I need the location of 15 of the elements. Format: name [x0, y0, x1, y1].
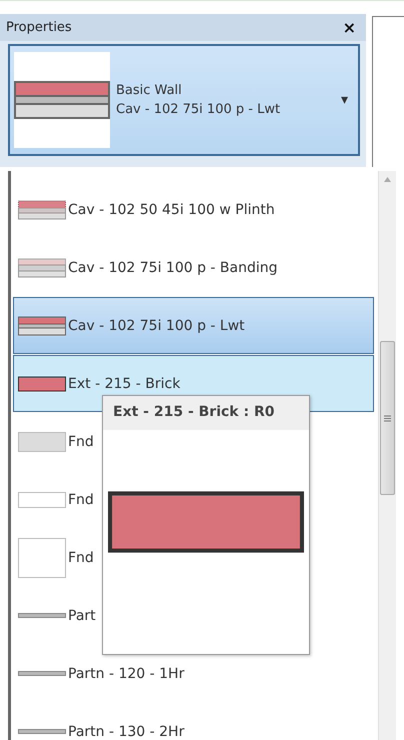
type-label: Cav - 102 50 45i 100 w Plinth: [68, 202, 275, 218]
type-label: Ext - 215 - Brick: [68, 376, 180, 392]
type-label: Cav - 102 75i 100 p - Lwt: [68, 318, 245, 334]
type-name: Cav - 102 75i 100 p - Lwt: [116, 102, 282, 117]
type-label: Partn - 130 - 2Hr: [68, 724, 184, 740]
type-label: Fnd: [68, 492, 94, 508]
type-label: Fnd: [68, 434, 94, 450]
tooltip-title: Ext - 215 - Brick : R0: [103, 396, 309, 430]
type-label: Fnd: [68, 550, 94, 566]
family-name: Basic Wall: [116, 83, 183, 98]
type-label: Partn - 120 - 1Hr: [68, 666, 184, 682]
caret-icon: ▾: [340, 92, 348, 108]
type-label: Part: [68, 608, 96, 624]
panel-title: Properties: [6, 20, 72, 35]
type-label: Cav - 102 75i 100 p - Banding: [68, 260, 278, 276]
